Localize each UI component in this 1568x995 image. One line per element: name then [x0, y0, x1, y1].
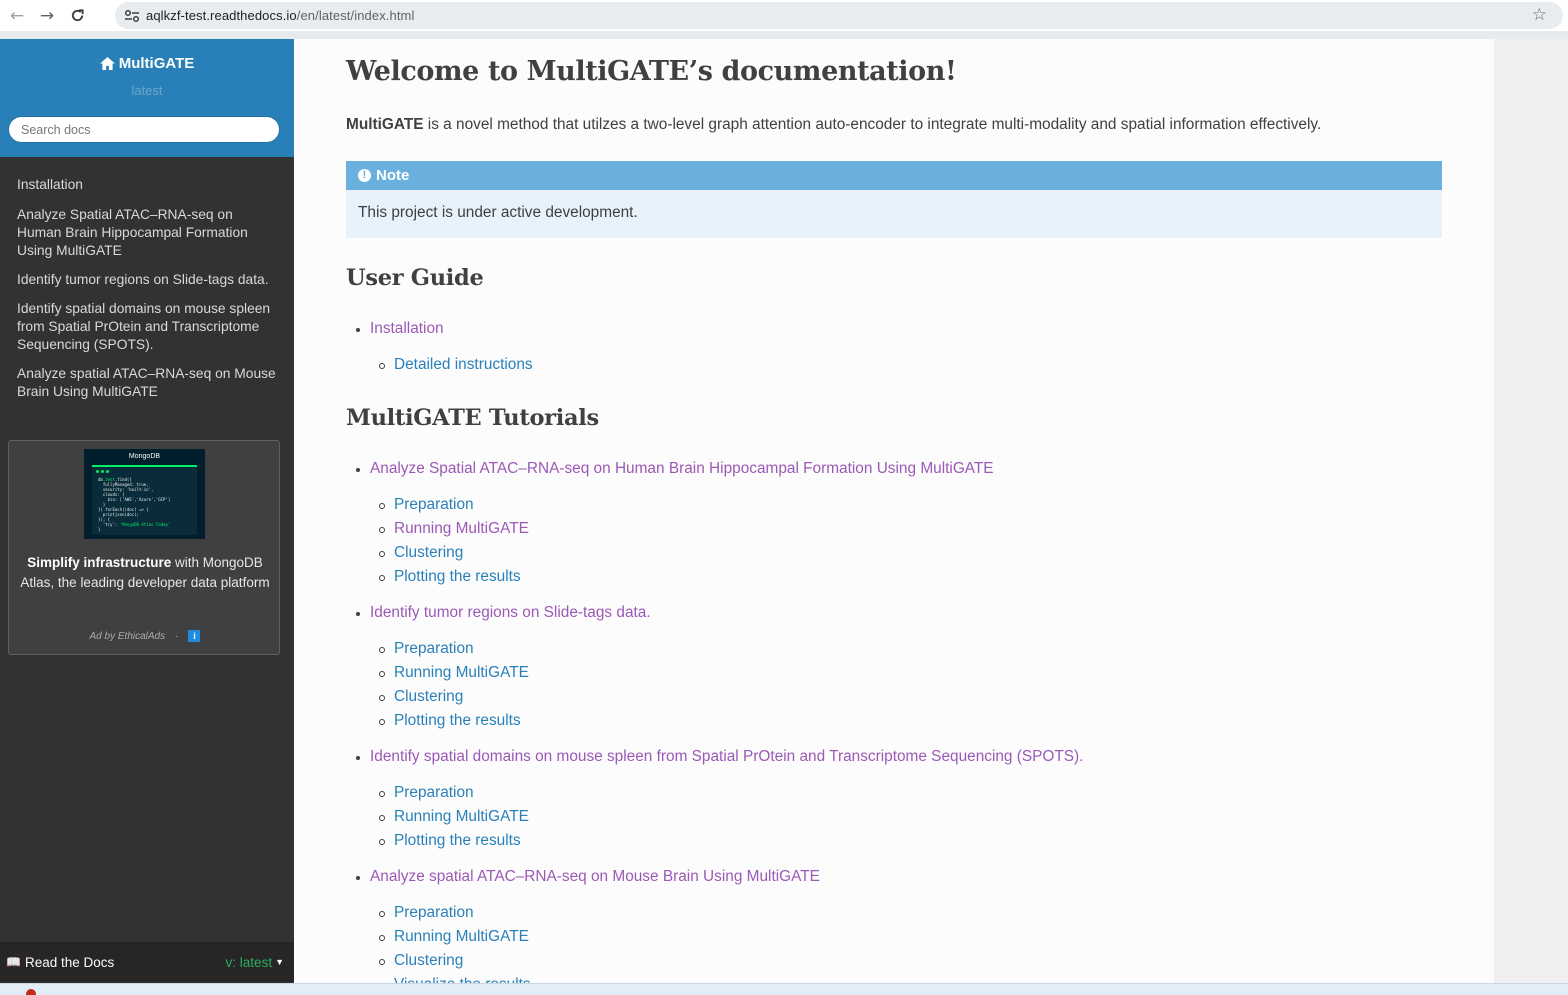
note-title-text: Note: [376, 167, 410, 184]
intro-paragraph: MultiGATE is a novel method that utilzes…: [346, 116, 1321, 134]
toc-sub-clustering[interactable]: Clustering: [346, 543, 1442, 567]
toc-sub-preparation[interactable]: Preparation: [346, 639, 1442, 663]
sidebar-item-spots[interactable]: Identify spatial domains on mouse spleen…: [0, 292, 294, 354]
toc-sub-clustering[interactable]: Clustering: [346, 687, 1442, 711]
toc-item-hippocampal[interactable]: Analyze Spatial ATAC–RNA-seq on Human Br…: [346, 459, 1442, 479]
sidebar-item-installation[interactable]: Installation: [0, 167, 294, 194]
sidebar-item-mouse-brain[interactable]: Analyze spatial ATAC–RNA-seq on Mouse Br…: [0, 357, 294, 401]
browser-toolbar: ← → aqlkzf-test.readthedocs.io/en/latest…: [0, 0, 1568, 31]
ad-text[interactable]: Simplify infrastructure with MongoDB Atl…: [17, 553, 273, 593]
user-guide-toc: Installation Detailed instructions: [346, 319, 1442, 379]
sidebar-item-hippocampal[interactable]: Analyze Spatial ATAC–RNA-seq on Human Br…: [0, 198, 294, 260]
toc-sub-running-multigate[interactable]: Running MultiGATE: [346, 663, 1442, 687]
address-bar[interactable]: aqlkzf-test.readthedocs.io/en/latest/ind…: [115, 2, 1563, 29]
toc-sub-detailed-instructions[interactable]: Detailed instructions: [346, 355, 1442, 379]
caret-down-icon: ▼: [275, 957, 284, 967]
browser-window: ← → aqlkzf-test.readthedocs.io/en/latest…: [0, 0, 1568, 995]
toc-sub-running-multigate[interactable]: Running MultiGATE: [346, 519, 1442, 543]
search-input[interactable]: [8, 116, 280, 143]
ad-bold-text: Simplify infrastructure: [27, 555, 172, 570]
note-admonition: ! Note This project is under active deve…: [346, 161, 1442, 238]
note-body: This project is under active development…: [358, 204, 638, 221]
ad-separator: ·: [175, 630, 179, 642]
back-arrow-icon[interactable]: ←: [2, 1, 32, 31]
version-selector-text: v: latest: [225, 954, 273, 970]
toc-item-installation[interactable]: Installation: [346, 319, 1442, 339]
ethical-ad[interactable]: MongoDB db.test.find({ fullyManaged: tru…: [8, 440, 280, 655]
readthedocs-footer[interactable]: 📖 Read the Docs v: latest ▼: [0, 942, 294, 982]
book-icon: 📖: [6, 955, 21, 969]
url-path: /en/latest/index.html: [296, 8, 415, 23]
taskbar-edge: [0, 983, 1568, 995]
reload-icon[interactable]: [62, 1, 92, 31]
exclamation-circle-icon: !: [358, 169, 371, 182]
bookmark-star-icon[interactable]: ☆: [1532, 5, 1547, 25]
toc-sub-plotting[interactable]: Plotting the results: [346, 711, 1442, 735]
site-settings-icon[interactable]: [118, 2, 146, 29]
page-title: Welcome to MultiGATE’s documentation!: [346, 56, 957, 87]
url-host: aqlkzf-test.readthedocs.io: [146, 8, 297, 23]
sidebar-item-slide-tags[interactable]: Identify tumor regions on Slide-tags dat…: [0, 263, 294, 289]
tutorials-heading: MultiGATE Tutorials: [346, 405, 599, 431]
toc-sub-preparation[interactable]: Preparation: [346, 903, 1442, 927]
version-label: latest: [131, 83, 163, 98]
ad-code-window: db.test.find({ fullyManaged: true, secur…: [92, 465, 197, 535]
ad-image-brand: MongoDB: [128, 453, 161, 460]
home-icon: [99, 57, 115, 70]
toc-item-mouse-brain[interactable]: Analyze spatial ATAC–RNA-seq on Mouse Br…: [346, 867, 1442, 887]
sidebar: MultiGATE latest Installation Analyze Sp…: [0, 39, 294, 995]
toc-sub-plotting[interactable]: Plotting the results: [346, 831, 1442, 855]
main-content: Welcome to MultiGATE’s documentation! Mu…: [294, 39, 1494, 995]
right-gutter: [1494, 39, 1568, 995]
tutorials-toc: Analyze Spatial ATAC–RNA-seq on Human Br…: [346, 459, 1442, 995]
note-title: ! Note: [346, 161, 1442, 190]
toc-sub-running-multigate[interactable]: Running MultiGATE: [346, 807, 1442, 831]
ad-attribution[interactable]: Ad by EthicalAds: [90, 631, 166, 642]
project-name: MultiGATE: [118, 55, 195, 72]
toc-sub-running-multigate[interactable]: Running MultiGATE: [346, 927, 1442, 951]
ad-footer: Ad by EthicalAds · i: [9, 630, 281, 642]
toc-item-slide-tags[interactable]: Identify tumor regions on Slide-tags dat…: [346, 603, 1442, 623]
sidebar-header: MultiGATE latest: [0, 39, 294, 157]
toolbar-divider: [0, 31, 1568, 39]
sidebar-nav: Installation Analyze Spatial ATAC–RNA-se…: [0, 167, 294, 404]
intro-bold: MultiGATE: [346, 116, 424, 133]
version-selector[interactable]: v: latest ▼: [226, 955, 284, 970]
toc-item-spots[interactable]: Identify spatial domains on mouse spleen…: [346, 747, 1442, 767]
url-text: aqlkzf-test.readthedocs.io/en/latest/ind…: [146, 8, 414, 23]
user-guide-heading: User Guide: [346, 265, 484, 291]
notification-dot-icon: [26, 989, 36, 995]
toc-sub-preparation[interactable]: Preparation: [346, 495, 1442, 519]
toc-sub-preparation[interactable]: Preparation: [346, 783, 1442, 807]
toc-sub-plotting[interactable]: Plotting the results: [346, 567, 1442, 591]
intro-text: is a novel method that utilzes a two-lev…: [423, 116, 1322, 133]
toc-sub-clustering[interactable]: Clustering: [346, 951, 1442, 975]
forward-arrow-icon[interactable]: →: [32, 1, 62, 31]
project-home-link[interactable]: MultiGATE: [0, 55, 294, 72]
readthedocs-label[interactable]: 📖 Read the Docs: [6, 955, 114, 970]
info-icon[interactable]: i: [188, 630, 201, 642]
readthedocs-text: Read the Docs: [24, 954, 115, 970]
ad-image[interactable]: MongoDB db.test.find({ fullyManaged: tru…: [84, 449, 205, 539]
